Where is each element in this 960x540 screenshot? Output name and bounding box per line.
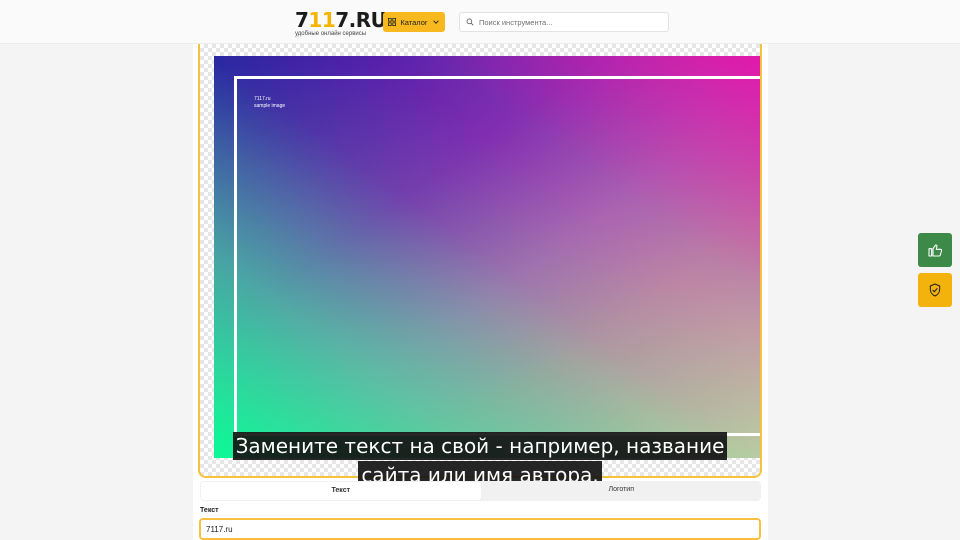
logo-tagline: удобные онлайн сервисы (295, 31, 367, 37)
tab-text[interactable]: Текст (201, 482, 481, 500)
site-logo[interactable]: 7117.RU удобные онлайн сервисы (295, 8, 387, 37)
chevron-down-icon (432, 20, 439, 24)
logo-text-suffix: 7.RU (335, 8, 387, 32)
image-watermark-text: 7117.ru sample image (254, 96, 285, 109)
shield-check-icon (929, 283, 941, 297)
like-button[interactable] (918, 233, 952, 267)
catalog-button[interactable]: Каталог (383, 12, 445, 32)
watermark-text-input[interactable] (199, 518, 761, 540)
thumbs-up-icon (928, 244, 943, 257)
shield-button[interactable] (918, 273, 952, 307)
tab-logo[interactable]: Логотип (482, 481, 762, 501)
image-frame (234, 76, 760, 436)
image-caption-line2: sample image (254, 102, 286, 109)
search-icon (466, 18, 474, 26)
top-bar: 7117.RU удобные онлайн сервисы Каталог (0, 0, 960, 44)
grid-icon (388, 18, 397, 26)
search-box (459, 12, 669, 32)
sample-image: 7117.ru sample image (214, 56, 760, 458)
logo-text-highlight: 11 (308, 8, 336, 32)
logo-text-prefix: 7 (295, 8, 309, 32)
text-field-label: Текст (200, 507, 219, 514)
image-preview: 7117.ru sample image (198, 44, 762, 478)
mode-tabs: Текст Логотип (200, 481, 761, 501)
catalog-label: Каталог (400, 17, 428, 27)
search-input[interactable] (479, 17, 659, 27)
